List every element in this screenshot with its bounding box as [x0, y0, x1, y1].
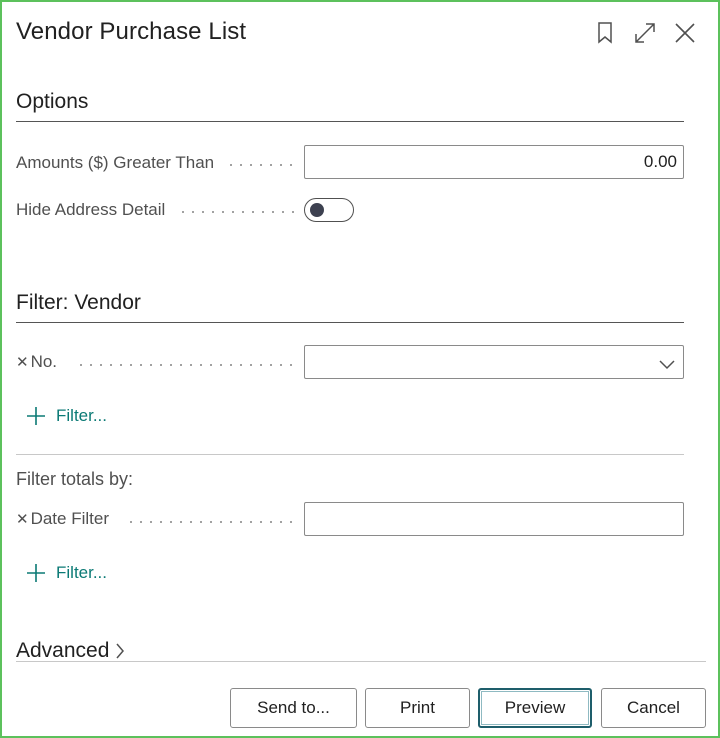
amounts-value: 0.00 — [643, 152, 677, 171]
amounts-label: Amounts ($) Greater Than — [16, 153, 215, 172]
amounts-input[interactable]: 0.00 — [304, 145, 684, 179]
hide-address-toggle[interactable] — [304, 198, 354, 222]
expand-icon[interactable] — [632, 20, 658, 46]
add-totals-filter-link[interactable]: Filter... — [26, 563, 107, 583]
no-select[interactable] — [304, 345, 684, 379]
plus-icon — [26, 563, 46, 583]
plus-icon — [26, 406, 46, 426]
print-button[interactable]: Print — [365, 688, 470, 728]
date-filter-leader-dots — [126, 521, 294, 523]
filter-link-label: Filter... — [56, 563, 108, 582]
no-filter-field: ✕ No. — [16, 352, 57, 372]
chevron-right-icon — [115, 642, 125, 660]
bookmark-icon[interactable] — [592, 20, 618, 46]
cancel-button[interactable]: Cancel — [601, 688, 706, 728]
hide-address-leader-dots — [178, 211, 294, 213]
advanced-expander[interactable]: Advanced — [16, 639, 125, 663]
date-filter-field: ✕ Date Filter — [16, 509, 109, 529]
remove-filter-icon[interactable]: ✕ — [16, 353, 29, 371]
footer-divider — [16, 661, 706, 662]
hide-address-label: Hide Address Detail — [16, 200, 166, 219]
filter-vendor-section-title: Filter: Vendor — [16, 291, 141, 314]
remove-filter-icon[interactable]: ✕ — [16, 510, 29, 528]
add-vendor-filter-link[interactable]: Filter... — [26, 406, 107, 426]
filter-totals-divider — [16, 454, 684, 455]
preview-button[interactable]: Preview — [478, 688, 592, 728]
close-icon[interactable] — [672, 20, 698, 46]
options-section-title: Options — [16, 90, 89, 113]
dialog-title: Vendor Purchase List — [16, 18, 247, 45]
filter-link-label: Filter... — [56, 406, 108, 425]
send-to-button[interactable]: Send to... — [230, 688, 357, 728]
report-request-dialog: Vendor Purchase List Options Amounts ($)… — [0, 0, 720, 738]
date-filter-input[interactable] — [304, 502, 684, 536]
no-label: No. — [30, 352, 58, 371]
amounts-leader-dots — [226, 164, 294, 166]
date-filter-label: Date Filter — [30, 509, 109, 528]
filter-vendor-divider — [16, 322, 684, 323]
filter-totals-title: Filter totals by: — [16, 469, 134, 489]
toggle-knob — [310, 203, 324, 217]
no-leader-dots — [76, 364, 294, 366]
options-divider — [16, 121, 684, 122]
chevron-down-icon — [659, 355, 675, 375]
advanced-label: Advanced — [16, 639, 110, 662]
